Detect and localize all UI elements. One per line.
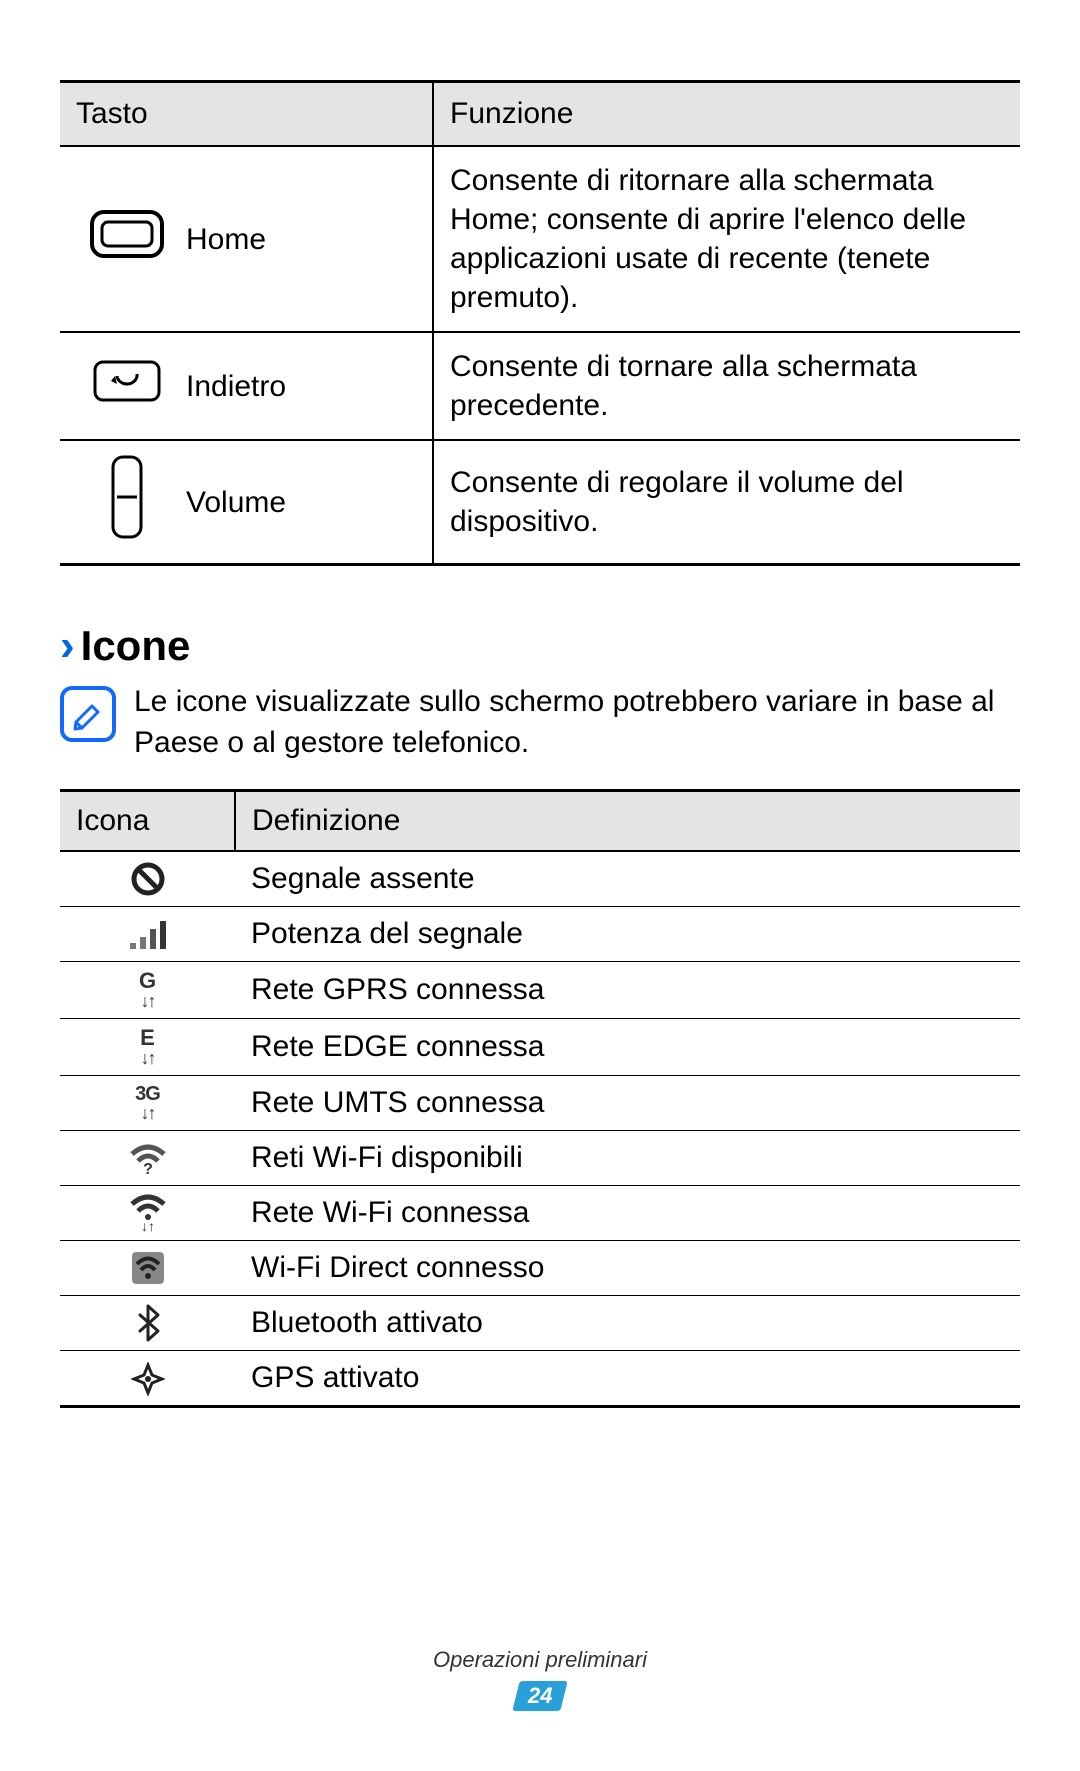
bluetooth-icon	[60, 1296, 235, 1351]
chevron-icon: ›	[60, 624, 75, 668]
icon-def: Wi-Fi Direct connesso	[235, 1241, 1020, 1296]
icon-def: Rete EDGE connessa	[235, 1019, 1020, 1076]
icon-def: Reti Wi-Fi disponibili	[235, 1131, 1020, 1186]
key-func: Consente di tornare alla schermata prece…	[433, 332, 1020, 440]
section-heading: › Icone	[60, 622, 1020, 670]
table-row: Segnale assente	[60, 851, 1020, 907]
footer-section-name: Operazioni preliminari	[0, 1647, 1080, 1673]
home-key-icon	[60, 146, 182, 332]
table-row: GPS attivato	[60, 1351, 1020, 1407]
key-name: Home	[182, 146, 433, 332]
icon-def: Rete GPRS connessa	[235, 962, 1020, 1019]
page-number: 24	[528, 1683, 552, 1709]
note-icon	[60, 686, 116, 742]
table-row: Home Consente di ritornare alla schermat…	[60, 146, 1020, 332]
page-footer: Operazioni preliminari 24	[0, 1647, 1080, 1711]
table-row: Indietro Consente di tornare alla scherm…	[60, 332, 1020, 440]
svg-text:?: ?	[143, 1161, 153, 1176]
table-row: E ↓↑ Rete EDGE connessa	[60, 1019, 1020, 1076]
table-row: G ↓↑ Rete GPRS connessa	[60, 962, 1020, 1019]
key-func: Consente di ritornare alla schermata Hom…	[433, 146, 1020, 332]
icon-def: GPS attivato	[235, 1351, 1020, 1407]
wifi-direct-icon	[60, 1241, 235, 1296]
table-row: 3G ↓↑ Rete UMTS connessa	[60, 1076, 1020, 1131]
note-text: Le icone visualizzate sullo schermo potr…	[134, 682, 1020, 763]
table-row: ↓↑ Rete Wi-Fi connessa	[60, 1186, 1020, 1241]
icon-def: Segnale assente	[235, 851, 1020, 907]
wifi-connected-icon: ↓↑	[60, 1186, 235, 1241]
table-row: Volume Consente di regolare il volume de…	[60, 440, 1020, 565]
table-row: Potenza del segnale	[60, 907, 1020, 962]
icons-header-def: Definizione	[235, 791, 1020, 852]
key-name: Volume	[182, 440, 433, 565]
icon-def: Rete UMTS connessa	[235, 1076, 1020, 1131]
icon-def: Rete Wi-Fi connessa	[235, 1186, 1020, 1241]
note-row: Le icone visualizzate sullo schermo potr…	[60, 682, 1020, 763]
section-title: Icone	[81, 622, 191, 670]
signal-strength-icon	[60, 907, 235, 962]
svg-text:↓↑: ↓↑	[141, 1218, 155, 1232]
no-signal-icon	[60, 851, 235, 907]
edge-icon: E ↓↑	[60, 1019, 235, 1076]
wifi-available-icon: ?	[60, 1131, 235, 1186]
key-func: Consente di regolare il volume del dispo…	[433, 440, 1020, 565]
page-number-badge: 24	[512, 1681, 567, 1711]
keys-header-func: Funzione	[433, 82, 1020, 147]
volume-key-icon	[60, 440, 182, 565]
icons-header-icon: Icona	[60, 791, 235, 852]
gprs-icon: G ↓↑	[60, 962, 235, 1019]
keys-header-key: Tasto	[60, 82, 433, 147]
icon-def: Bluetooth attivato	[235, 1296, 1020, 1351]
icon-def: Potenza del segnale	[235, 907, 1020, 962]
table-row: Wi-Fi Direct connesso	[60, 1241, 1020, 1296]
key-name: Indietro	[182, 332, 433, 440]
umts-icon: 3G ↓↑	[60, 1076, 235, 1131]
back-key-icon	[60, 332, 182, 440]
manual-page: Tasto Funzione Home Consente di ritornar…	[0, 0, 1080, 1771]
gps-icon	[60, 1351, 235, 1407]
table-row: Bluetooth attivato	[60, 1296, 1020, 1351]
table-row: ? Reti Wi-Fi disponibili	[60, 1131, 1020, 1186]
keys-table: Tasto Funzione Home Consente di ritornar…	[60, 80, 1020, 566]
icons-table: Icona Definizione Segnale assente	[60, 789, 1020, 1408]
